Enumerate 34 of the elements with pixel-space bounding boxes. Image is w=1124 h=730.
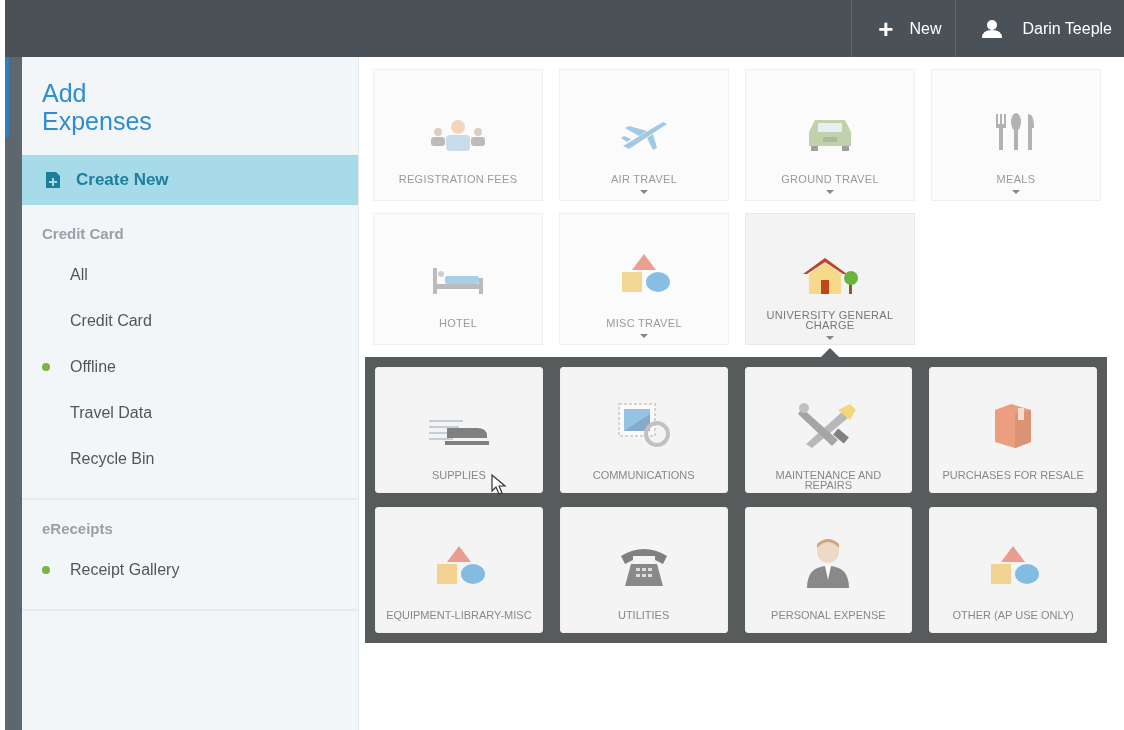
sidebar-item[interactable]: Receipt Gallery [70, 561, 180, 579]
subcategory-tile[interactable]: SUPPLIES [375, 367, 543, 493]
people-icon [428, 118, 488, 152]
bed-icon [431, 266, 485, 296]
new-button[interactable]: + New [851, 0, 956, 57]
tools-icon [798, 402, 859, 448]
cursor-icon [491, 474, 507, 496]
create-new-button[interactable]: Create New [22, 155, 358, 205]
category-tile[interactable]: HOTEL [373, 213, 543, 345]
person-icon [805, 538, 852, 588]
sidebar-item[interactable]: Recycle Bin [70, 450, 155, 468]
sidebar-item[interactable]: Travel Data [70, 404, 153, 422]
telephone-icon [618, 546, 669, 588]
subcategory-tile[interactable]: UTILITIES [559, 507, 728, 633]
subcategory-tile[interactable]: PURCHASES FOR RESALE [929, 367, 1097, 493]
category-tile[interactable]: MISC TRAVEL [559, 213, 729, 345]
user-icon [982, 19, 1003, 38]
category-tile[interactable]: MEALS [931, 69, 1101, 201]
page-title: Add Expenses [41, 78, 153, 137]
category-tile[interactable]: REGISTRATION FEES [373, 69, 543, 201]
section-header: eReceipts [41, 520, 114, 539]
category-tile[interactable]: AIR TRAVEL [559, 69, 729, 201]
subcategory-tile[interactable]: COMMUNICATIONS [559, 367, 728, 493]
subcategory-tile[interactable]: PERSONAL EXPENSE [744, 507, 913, 633]
subcategory-tile[interactable]: OTHER (AP USE ONLY) [929, 507, 1097, 633]
sidebar-item[interactable]: Offline [70, 358, 116, 376]
document-plus-icon [44, 171, 62, 189]
category-tile[interactable]: GROUND TRAVEL [745, 69, 915, 201]
subcategory-tile[interactable]: MAINTENANCE AND REPAIRS [744, 367, 913, 493]
subcategory-tile[interactable]: EQUIPMENT-LIBRARY-MISC [375, 507, 543, 633]
section-header: Credit Card [41, 225, 125, 244]
user-menu[interactable]: Darin Teeple [955, 0, 1124, 57]
sidebar-item[interactable]: All [70, 266, 88, 284]
sidebar-item[interactable]: Credit Card [70, 312, 152, 330]
